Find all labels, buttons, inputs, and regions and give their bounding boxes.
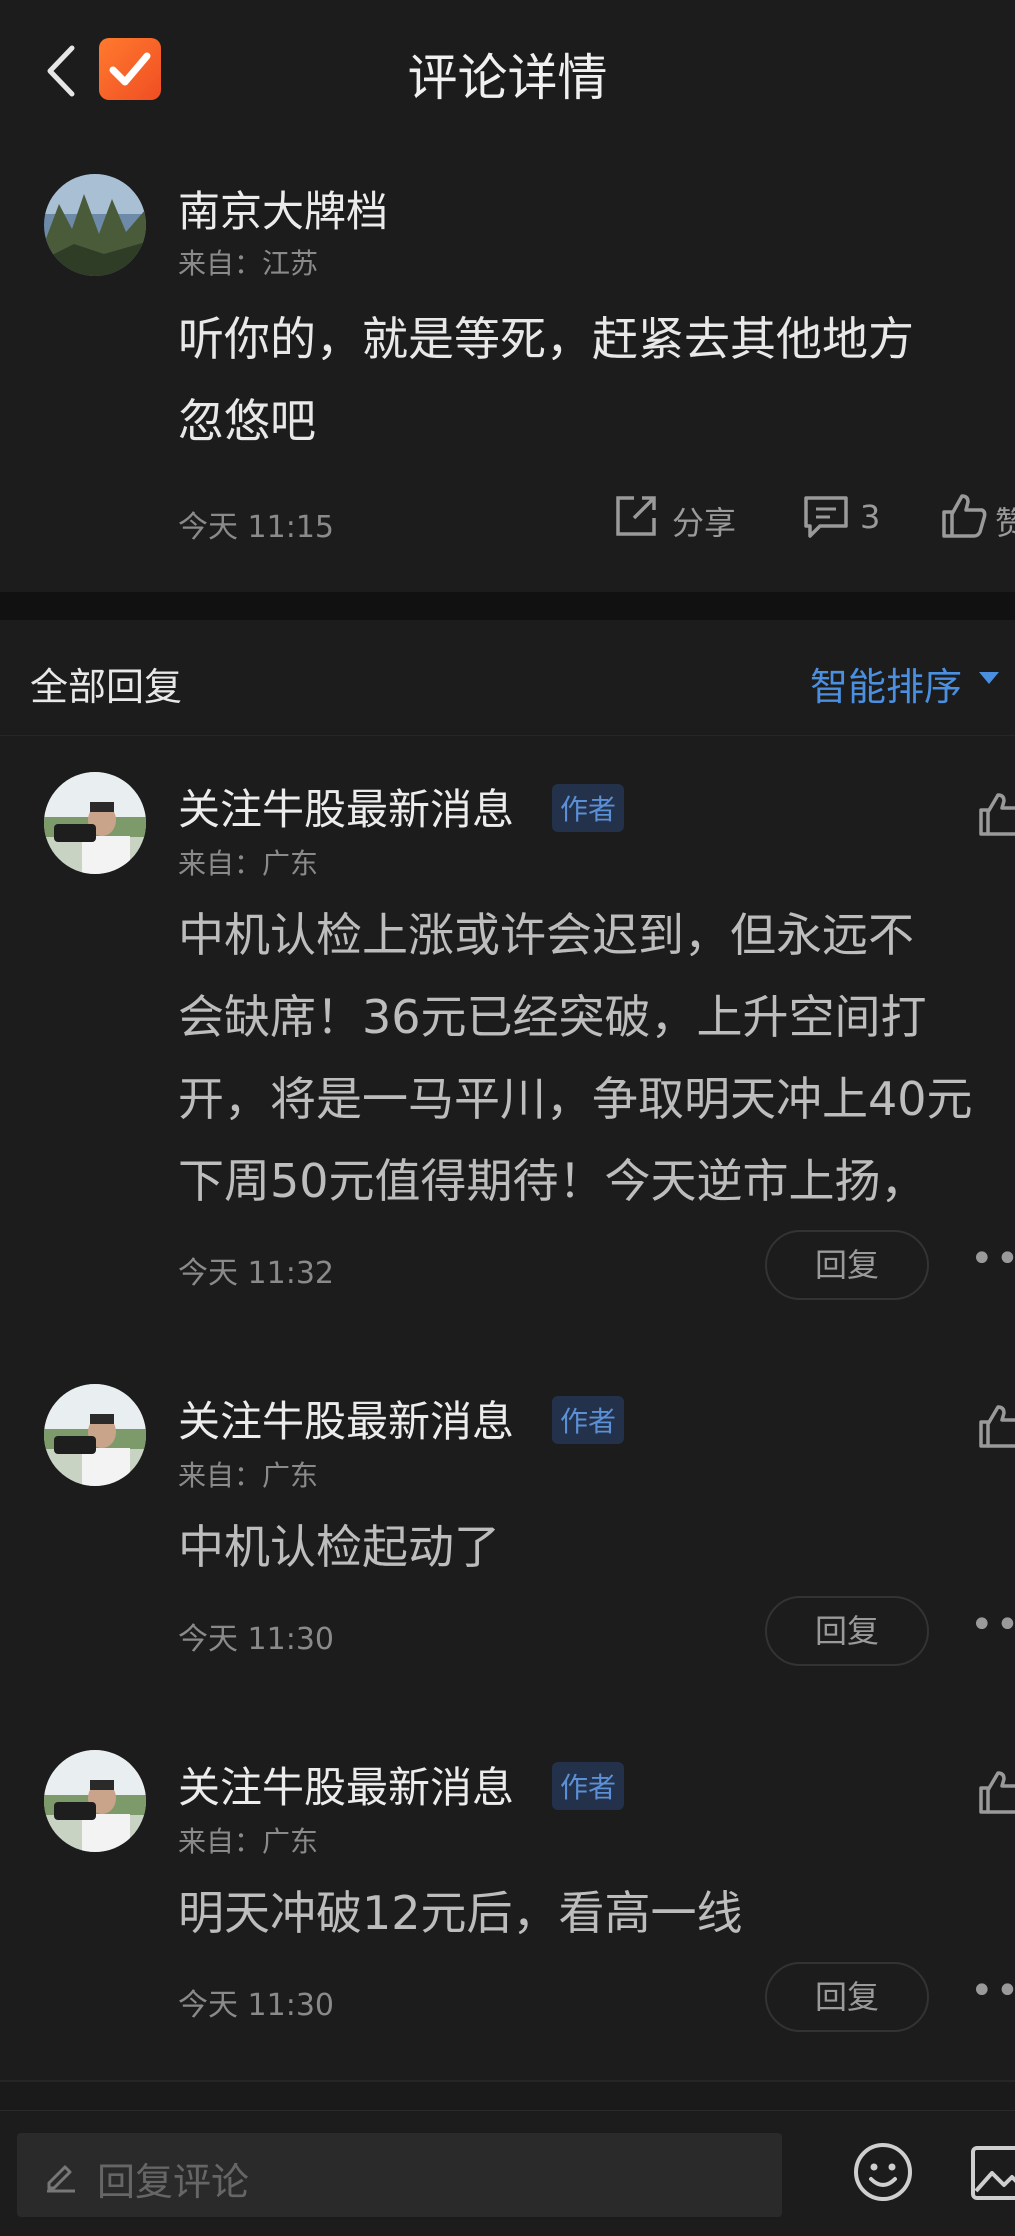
- reply-text-line: 开，将是一马平川，争取明天冲上40元: [178, 1072, 973, 1126]
- pencil-icon: [47, 2165, 75, 2193]
- bottom-bar: 回复评论: [0, 2110, 1015, 2236]
- page-title: 评论详情: [407, 49, 608, 107]
- thumbs-up-icon[interactable]: [978, 1770, 1015, 1814]
- caret-down-icon[interactable]: [979, 672, 999, 684]
- comment-text: 听你的，就是等死，赶紧去其他地方 忽悠吧: [178, 298, 914, 462]
- comment-text-line: 忽悠吧: [178, 394, 316, 448]
- reply-text-line: 明天冲破12元后，看高一线: [178, 1886, 743, 1940]
- more-icon[interactable]: •••: [970, 1968, 1015, 2014]
- reply-time: 今天 11:30: [178, 1622, 334, 1657]
- reply-input-placeholder: 回复评论: [97, 2160, 250, 2204]
- reply-text: 中机认检上涨或许会迟到，但永远不 会缺席！36元已经突破，上升空间打 开，将是一…: [178, 894, 1015, 1222]
- header-bar: 评论详情: [0, 0, 1015, 140]
- thumbs-up-icon: [942, 494, 987, 538]
- reply-input[interactable]: 回复评论: [17, 2133, 782, 2217]
- reply-time: 今天 11:30: [178, 1988, 334, 2023]
- reply-button[interactable]: 回复: [765, 1962, 929, 2032]
- avatar[interactable]: [44, 772, 146, 874]
- reply-origin: 来自：广东: [178, 1459, 319, 1492]
- avatar[interactable]: [44, 174, 146, 276]
- smiley-icon[interactable]: [852, 2141, 914, 2203]
- reply-text-line: 中机认检上涨或许会迟到，但永远不: [178, 908, 914, 962]
- replies-header: 全部回复 智能排序: [0, 620, 1015, 736]
- avatar[interactable]: [44, 1384, 146, 1486]
- reply-text-line: 中机认检起动了: [178, 1520, 500, 1574]
- reply-text: 明天冲破12元后，看高一线: [178, 1872, 743, 1954]
- reply-item: 关注牛股最新消息 作者 来自：广东 中机认检起动了 今天 11:30 回复 ••…: [0, 1348, 1015, 1716]
- reply-username[interactable]: 关注牛股最新消息: [178, 1388, 514, 1449]
- more-icon[interactable]: •••: [970, 1602, 1015, 1648]
- comment-time: 今天 11:15: [178, 510, 334, 545]
- reply-time: 今天 11:32: [178, 1256, 334, 1291]
- main-comment: 南京大牌档 来自：江苏 听你的，就是等死，赶紧去其他地方 忽悠吧 今天 11:1…: [0, 140, 1015, 592]
- reply-text-line: 会缺席！36元已经突破，上升空间打: [178, 990, 927, 1044]
- all-replies-title: 全部回复: [30, 665, 183, 709]
- comment-icon: [804, 496, 848, 538]
- thumbs-up-icon[interactable]: [978, 792, 1015, 836]
- reply-text: 中机认检起动了: [178, 1506, 500, 1588]
- reply-button[interactable]: 回复: [765, 1596, 929, 1666]
- comment-username[interactable]: 南京大牌档: [178, 178, 388, 239]
- share-label: 分享: [672, 504, 737, 542]
- comment-origin: 来自：江苏: [178, 247, 319, 280]
- like-button[interactable]: 赞: [940, 492, 1015, 542]
- reply-origin: 来自：广东: [178, 847, 319, 880]
- reply-item: 关注牛股最新消息 作者 来自：广东 明天冲破12元后，看高一线 今天 11:30…: [0, 1714, 1015, 2082]
- reply-button[interactable]: 回复: [765, 1230, 929, 1300]
- author-badge: 作者: [552, 1762, 625, 1810]
- reply-username[interactable]: 关注牛股最新消息: [178, 1754, 514, 1815]
- author-badge: 作者: [552, 1396, 625, 1444]
- comment-text-line: 听你的，就是等死，赶紧去其他地方: [178, 312, 914, 366]
- more-icon[interactable]: •••: [970, 1236, 1015, 1282]
- reply-item: 关注牛股最新消息 作者 来自：广东 中机认检上涨或许会迟到，但永远不 会缺席！3…: [0, 736, 1015, 1350]
- image-icon[interactable]: [970, 2145, 1015, 2201]
- sort-dropdown[interactable]: 智能排序: [810, 656, 962, 711]
- author-badge: 作者: [552, 784, 625, 832]
- avatar[interactable]: [44, 1750, 146, 1852]
- section-divider: [0, 592, 1015, 620]
- like-label: 赞: [995, 504, 1015, 542]
- thumbs-up-icon[interactable]: [978, 1404, 1015, 1448]
- reply-origin: 来自：广东: [178, 1825, 319, 1858]
- share-icon: [616, 496, 656, 536]
- reply-username[interactable]: 关注牛股最新消息: [178, 776, 514, 837]
- reply-count: 3: [860, 498, 881, 536]
- reply-text-line: 下周50元值得期待！今天逆市上扬，: [178, 1154, 927, 1208]
